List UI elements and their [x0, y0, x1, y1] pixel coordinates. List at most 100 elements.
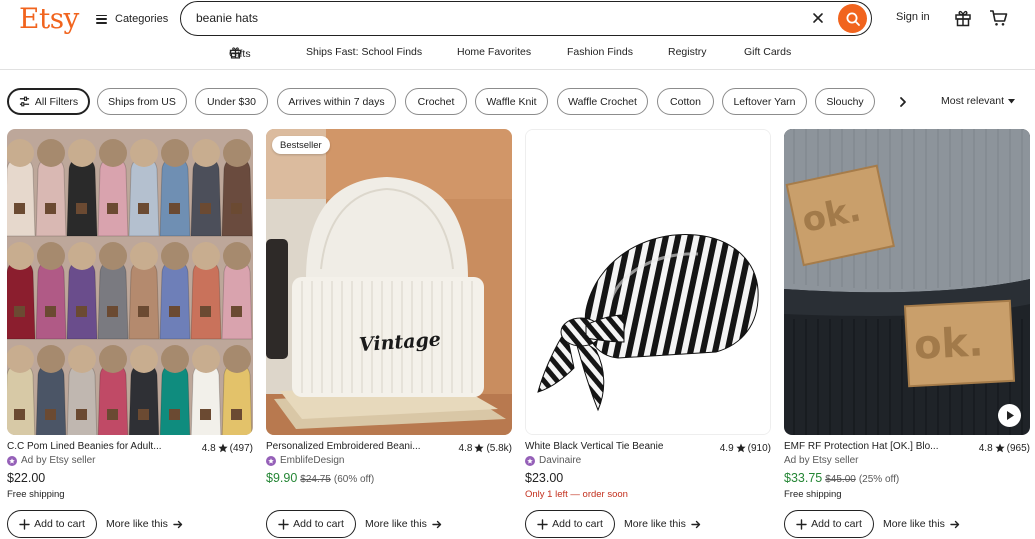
subnav-item-ships-fast[interactable]: Ships Fast: School Finds	[306, 46, 422, 58]
rating-value: 4.8	[458, 442, 473, 454]
product-image[interactable]: ok. ok.	[784, 129, 1030, 435]
categories-label: Categories	[115, 13, 169, 25]
rating-value: 4.8	[201, 442, 216, 454]
sub-navigation: Gifts Ships Fast: School Finds Home Favo…	[0, 44, 1035, 62]
more-like-this-link[interactable]: More like this	[624, 518, 701, 530]
product-title[interactable]: C.C Pom Lined Beanies for Adult...	[7, 441, 162, 455]
subnav-item-registry[interactable]: Registry	[668, 46, 707, 58]
product-title[interactable]: EMF RF Protection Hat [OK.] Blo...	[784, 441, 939, 455]
filter-chip-cotton[interactable]: Cotton	[657, 88, 714, 115]
etsy-logo[interactable]: Etsy	[19, 2, 79, 35]
add-to-cart-label: Add to cart	[34, 518, 85, 530]
product-image[interactable]: Vintage Bestseller	[266, 129, 512, 435]
chips-scroll-right-button[interactable]	[888, 88, 918, 115]
all-filters-label: All Filters	[34, 95, 79, 108]
product-price: $9.90 $24.75 (60% off)	[266, 471, 374, 485]
sale-price: $33.75	[784, 471, 823, 485]
seller-name[interactable]: Davinaire	[539, 455, 581, 466]
arrow-right-icon	[691, 520, 701, 528]
add-to-cart-button[interactable]: Add to cart	[525, 510, 615, 538]
hamburger-icon	[96, 14, 107, 24]
star-icon	[218, 443, 228, 453]
plus-icon	[537, 518, 548, 530]
product-card[interactable]: White Black Vertical Tie Beanie 4.9 (910)…	[525, 129, 771, 539]
seller-name: Ad by Etsy seller	[21, 455, 96, 466]
review-count: (910)	[747, 442, 771, 454]
star-icon	[474, 443, 485, 453]
review-count: (965)	[1006, 442, 1030, 454]
more-like-this-label: More like this	[365, 518, 427, 530]
seller-name: Ad by Etsy seller	[784, 455, 859, 466]
product-rating: 4.8 (5.8k)	[459, 441, 512, 455]
sort-dropdown[interactable]: Most relevant	[941, 95, 1016, 107]
subnav-item-home-favorites[interactable]: Home Favorites	[457, 46, 531, 58]
filter-chip-crochet[interactable]: Crochet	[405, 88, 467, 115]
search-input[interactable]	[196, 9, 796, 27]
subnav-item-fashion-finds[interactable]: Fashion Finds	[567, 46, 633, 58]
chevron-right-icon	[900, 96, 906, 107]
arrow-right-icon	[432, 520, 442, 528]
cart-icon[interactable]	[989, 9, 1008, 27]
bestseller-badge: Bestseller	[272, 136, 330, 154]
review-count: (497)	[229, 442, 253, 454]
search-button[interactable]	[838, 4, 867, 33]
filter-chip-waffle-crochet[interactable]: Waffle Crochet	[557, 88, 648, 115]
discount-percent: (25% off)	[858, 474, 900, 485]
plus-icon	[796, 518, 807, 530]
subnav-item-gift-cards[interactable]: Gift Cards	[744, 46, 791, 58]
original-price: $45.00	[825, 474, 856, 485]
product-title-row: EMF RF Protection Hat [OK.] Blo... 4.8 (9…	[784, 441, 1030, 455]
sign-in-link[interactable]: Sign in	[896, 11, 930, 23]
search-icon	[846, 12, 860, 26]
product-rating: 4.9 (910)	[720, 441, 771, 455]
product-title[interactable]: Personalized Embroidered Beani...	[266, 441, 421, 455]
more-like-this-link[interactable]: More like this	[106, 518, 183, 530]
clear-icon[interactable]	[810, 10, 826, 26]
sale-price: $9.90	[266, 471, 298, 485]
filter-chip-under-30[interactable]: Under $30	[195, 88, 268, 115]
filter-chip-slouchy[interactable]: Slouchy	[815, 88, 875, 115]
add-to-cart-button[interactable]: Add to cart	[7, 510, 97, 538]
review-count: (5.8k)	[486, 442, 512, 454]
categories-button[interactable]: Categories	[96, 10, 168, 28]
star-icon	[995, 443, 1005, 453]
arrow-right-icon	[950, 520, 960, 528]
filter-chip-waffle-knit[interactable]: Waffle Knit	[475, 88, 548, 115]
star-seller-icon	[7, 455, 17, 466]
stock-warning: Only 1 left — order soon	[525, 489, 628, 500]
all-filters-button[interactable]: All Filters	[7, 88, 90, 115]
shipping-info: Free shipping	[7, 489, 65, 500]
product-rating: 4.8 (965)	[979, 441, 1030, 455]
plus-icon	[19, 518, 30, 530]
caret-down-icon	[1008, 98, 1016, 103]
product-card[interactable]: C.C Pom Lined Beanies for Adult... 4.8 (4…	[7, 129, 253, 539]
header-divider	[0, 69, 1035, 70]
seller-line: EmblifeDesign	[266, 455, 344, 466]
search-bar	[180, 1, 872, 36]
more-like-this-link[interactable]: More like this	[883, 518, 960, 530]
play-video-button[interactable]	[998, 404, 1021, 427]
play-icon	[1006, 411, 1014, 420]
product-card[interactable]: ok. ok. EMF RF Protection Hat [OK.] Blo.…	[784, 129, 1030, 539]
filter-sliders-icon	[19, 96, 29, 107]
plus-icon	[278, 518, 289, 530]
add-to-cart-button[interactable]: Add to cart	[784, 510, 874, 538]
more-like-this-link[interactable]: More like this	[365, 518, 442, 530]
filter-chip-leftover-yarn[interactable]: Leftover Yarn	[722, 88, 807, 115]
filter-chip-arrives-7-days[interactable]: Arrives within 7 days	[277, 88, 396, 115]
filter-chip-ships-from-us[interactable]: Ships from US	[97, 88, 187, 115]
seller-name[interactable]: EmblifeDesign	[280, 455, 344, 466]
arrow-right-icon	[173, 520, 183, 528]
product-title[interactable]: White Black Vertical Tie Beanie	[525, 441, 663, 455]
star-seller-icon	[525, 455, 535, 466]
subnav-item-gifts[interactable]: Gifts	[229, 46, 251, 60]
rating-value: 4.9	[719, 442, 734, 454]
product-image[interactable]	[525, 129, 771, 435]
gift-icon[interactable]	[954, 9, 972, 27]
product-card[interactable]: Vintage Bestseller Personalized Embroide…	[266, 129, 512, 539]
seller-line: Davinaire	[525, 455, 581, 466]
add-to-cart-button[interactable]: Add to cart	[266, 510, 356, 538]
product-image[interactable]	[7, 129, 253, 435]
more-like-this-label: More like this	[106, 518, 168, 530]
subnav-label: Gifts	[229, 48, 251, 60]
